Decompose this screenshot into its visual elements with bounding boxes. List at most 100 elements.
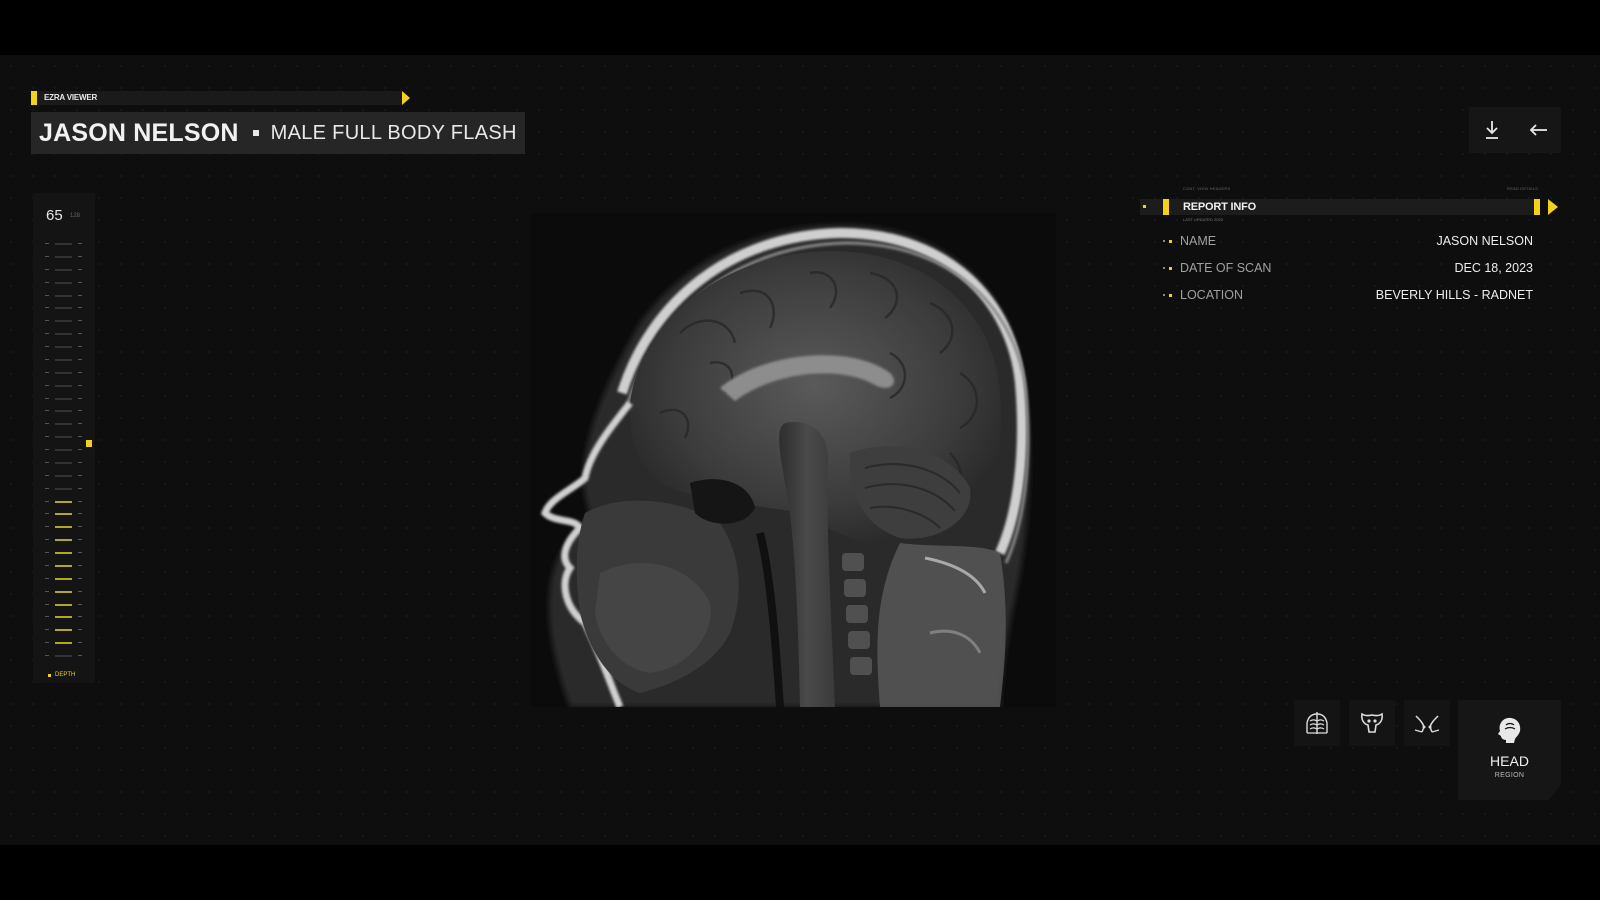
depth-tick-right bbox=[78, 320, 82, 321]
depth-slider[interactable]: 65 128 bbox=[33, 193, 95, 683]
report-key-text: DATE OF SCAN bbox=[1180, 261, 1272, 275]
depth-tick-right bbox=[78, 501, 82, 502]
depth-tick bbox=[45, 295, 83, 297]
depth-tick-bar bbox=[55, 449, 72, 451]
depth-tick bbox=[45, 398, 83, 400]
report-key-text: LOCATION bbox=[1180, 288, 1243, 302]
report-value-date: DEC 18, 2023 bbox=[1454, 261, 1533, 275]
region-head-selected[interactable]: HEAD REGION bbox=[1458, 700, 1561, 800]
depth-tick-bar bbox=[55, 501, 72, 503]
depth-tick bbox=[45, 616, 83, 618]
depth-tick-bar bbox=[55, 320, 72, 322]
depth-tick-left bbox=[45, 616, 49, 617]
report-expand-arrow[interactable] bbox=[1548, 199, 1558, 215]
depth-tick bbox=[45, 629, 83, 631]
depth-tick-left bbox=[45, 385, 49, 386]
head-icon bbox=[1498, 717, 1521, 743]
depth-tick-left bbox=[45, 488, 49, 489]
depth-tick-bar bbox=[55, 539, 72, 541]
depth-tick-bar bbox=[55, 333, 72, 335]
depth-tick-bar bbox=[55, 655, 72, 657]
depth-tick-right bbox=[78, 410, 82, 411]
depth-max: 128 bbox=[70, 213, 81, 219]
depth-track[interactable] bbox=[45, 243, 83, 657]
depth-tick-right bbox=[78, 359, 82, 360]
depth-tick-bar bbox=[55, 346, 72, 348]
depth-tick bbox=[45, 642, 83, 644]
depth-tick bbox=[45, 410, 83, 412]
region-name: HEAD bbox=[1490, 753, 1529, 769]
download-button[interactable] bbox=[1469, 107, 1515, 153]
depth-tick-bar bbox=[55, 552, 72, 554]
region-legs-button[interactable] bbox=[1404, 700, 1450, 746]
depth-tick-right bbox=[78, 513, 82, 514]
depth-tick-left bbox=[45, 295, 49, 296]
depth-tick bbox=[45, 655, 83, 657]
viewer-stage: EZRA VIEWER JASON NELSON MALE FULL BODY … bbox=[0, 55, 1600, 845]
region-pelvis-button[interactable] bbox=[1349, 700, 1395, 746]
region-chest-button[interactable] bbox=[1294, 700, 1340, 746]
depth-tick bbox=[45, 449, 83, 451]
depth-tick-right bbox=[78, 604, 82, 605]
mri-scan-image[interactable] bbox=[530, 213, 1056, 707]
download-icon bbox=[1486, 121, 1498, 139]
depth-tick-right bbox=[78, 256, 82, 257]
depth-tick-right bbox=[78, 346, 82, 347]
depth-tick-right bbox=[78, 398, 82, 399]
depth-tick-bar bbox=[55, 410, 72, 412]
depth-tick-bar bbox=[55, 475, 72, 477]
depth-tick-left bbox=[45, 333, 49, 334]
row-dot-accent bbox=[1169, 239, 1172, 243]
depth-tick-left bbox=[45, 513, 49, 514]
report-header-dot bbox=[1143, 205, 1146, 208]
depth-tick bbox=[45, 256, 83, 258]
depth-tick-left bbox=[45, 539, 49, 540]
report-header-right-accent bbox=[1534, 199, 1540, 215]
depth-tick-bar bbox=[55, 307, 72, 309]
depth-tick-right bbox=[78, 243, 82, 244]
legs-icon bbox=[1414, 715, 1440, 733]
depth-tick-bar bbox=[55, 604, 72, 606]
row-dot bbox=[1163, 294, 1165, 296]
report-header-accent bbox=[1163, 199, 1169, 215]
depth-tick-left bbox=[45, 655, 49, 656]
depth-tick-left bbox=[45, 398, 49, 399]
report-header[interactable]: REPORT INFO LAST UPDATED 2023 bbox=[1140, 199, 1558, 222]
depth-value: 65 bbox=[46, 207, 63, 224]
depth-tick-right bbox=[78, 475, 82, 476]
depth-tick bbox=[45, 475, 83, 477]
depth-tick-left bbox=[45, 320, 49, 321]
depth-handle[interactable] bbox=[86, 440, 92, 447]
depth-tick bbox=[45, 243, 83, 245]
depth-tick bbox=[45, 282, 83, 284]
report-value-name: JASON NELSON bbox=[1436, 234, 1533, 248]
row-dot-accent bbox=[1169, 293, 1172, 297]
depth-tick bbox=[45, 307, 83, 309]
depth-tick-right bbox=[78, 642, 82, 643]
depth-tick-left bbox=[45, 578, 49, 579]
depth-tick-right bbox=[78, 295, 82, 296]
depth-tick-bar bbox=[55, 282, 72, 284]
depth-tick-left bbox=[45, 565, 49, 566]
depth-tick bbox=[45, 552, 83, 554]
depth-tick bbox=[45, 372, 83, 374]
back-button[interactable] bbox=[1515, 107, 1561, 153]
viewer-tag: EZRA VIEWER bbox=[31, 91, 410, 105]
depth-tick-bar bbox=[55, 243, 72, 245]
region-sub: REGION bbox=[1494, 772, 1525, 779]
depth-tick-bar bbox=[55, 462, 72, 464]
depth-tick-left bbox=[45, 372, 49, 373]
depth-tick-bar bbox=[55, 423, 72, 425]
depth-tick-bar bbox=[55, 642, 72, 644]
row-dot bbox=[1163, 240, 1165, 242]
depth-tick-left bbox=[45, 243, 49, 244]
depth-tick-left bbox=[45, 282, 49, 283]
patient-name: JASON NELSON bbox=[39, 118, 239, 147]
depth-tick-bar bbox=[55, 269, 72, 271]
report-row-date: DATE OF SCAN DEC 18, 2023 bbox=[1163, 260, 1533, 276]
page-title: JASON NELSON MALE FULL BODY FLASH bbox=[31, 112, 525, 154]
report-key-date: DATE OF SCAN bbox=[1163, 261, 1271, 275]
report-row-name: NAME JASON NELSON bbox=[1163, 233, 1533, 249]
depth-tick-bar bbox=[55, 616, 72, 618]
depth-tick-right bbox=[78, 449, 82, 450]
